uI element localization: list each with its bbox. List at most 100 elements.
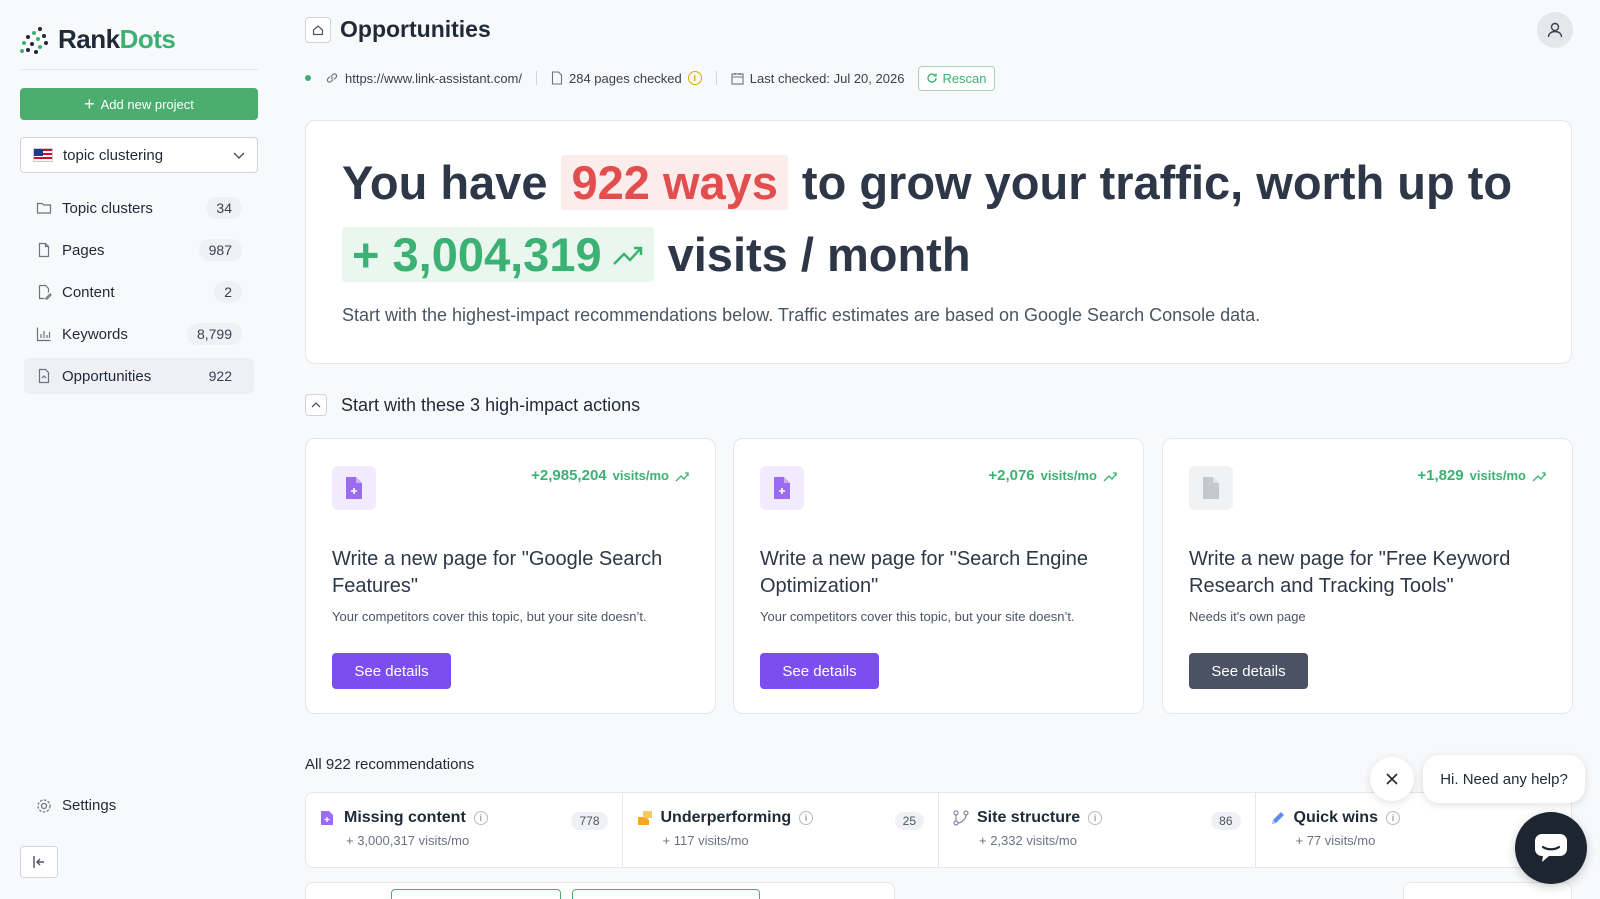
sidebar-item-opportunities[interactable]: Opportunities 922 [24,358,254,394]
project-select[interactable]: topic clustering [20,137,258,173]
sidebar-item-pages[interactable]: Pages 987 [24,232,254,268]
calendar-icon [731,72,744,85]
rescan-button[interactable]: Rescan [918,65,995,91]
bar-chart-icon [36,326,52,342]
category-visits-value: + 2,332 [979,833,1023,848]
impact-unit: visits/mo [1040,468,1097,483]
category-label: Quick wins [1293,809,1378,826]
last-checked: Last checked: Jul 20, 2026 [731,70,905,86]
chat-launcher-button[interactable] [1515,812,1587,884]
sidebar-divider [20,69,258,70]
actions-section-header: Start with these 3 high-impact actions [305,394,640,416]
file-icon [36,242,52,258]
home-button[interactable] [305,17,331,43]
impact-value: +1,829 [1417,467,1464,484]
action-title: Write a new page for "Google Search Feat… [332,548,663,597]
filter-chip[interactable] [572,889,760,899]
logo[interactable]: RankDots [20,24,176,55]
warning-info-icon[interactable]: i [687,71,702,85]
recommendation-categories: Missing content i 778 + 3,000,317 visits… [305,792,1572,868]
missing-content-icon [320,810,336,826]
sidebar-item-label: Topic clusters [62,199,153,217]
new-page-icon [332,466,376,510]
last-checked-text: Last checked: Jul 20, 2026 [749,70,905,86]
info-icon[interactable]: i [473,811,488,825]
hero-headline-line2: + 3,004,319 visits / month [342,227,971,282]
info-icon[interactable]: i [1088,811,1103,825]
impact-value: +2,985,204 [531,467,607,484]
impact-estimate: +2,076 visits/mo [988,467,1117,484]
impact-estimate: +1,829 visits/mo [1417,467,1546,484]
sidebar-item-count: 987 [198,239,242,261]
trend-up-icon [1532,471,1546,481]
sidebar-item-label: Opportunities [62,367,152,385]
file-icon [551,71,563,85]
category-visits: + 2,332 visits/mo [979,833,1241,848]
site-url[interactable]: https://www.link-assistant.com/ [325,71,522,86]
chat-close-button[interactable] [1370,757,1414,801]
see-details-button[interactable]: See details [760,653,879,689]
impact-unit: visits/mo [612,468,669,483]
action-description: Needs it's own page [1189,609,1306,624]
gear-icon [37,798,51,813]
pencil-icon [1270,810,1286,826]
user-avatar-button[interactable] [1537,12,1573,48]
chat-greeting-bubble[interactable]: Hi. Need any help? [1423,755,1585,803]
category-site-structure[interactable]: Site structure i 86 + 2,332 visits/mo [939,793,1256,867]
category-count: 778 [571,812,608,830]
category-label: Missing content [344,809,466,826]
link-icon [326,73,338,83]
see-details-button[interactable]: See details [332,653,451,689]
home-icon [312,25,324,36]
category-visits-unit: visits/mo [1324,833,1376,848]
category-visits: + 117 visits/mo [663,833,925,848]
chevron-down-icon [233,152,245,160]
category-visits-value: + 3,000,317 [346,833,416,848]
action-card: +1,829 visits/mo Write a new page for "F… [1162,438,1573,714]
info-icon[interactable]: i [799,811,814,825]
sidebar: RankDots + Add new project topic cluster… [0,0,278,899]
category-label: Underperforming [660,809,792,826]
divider [715,71,717,85]
sidebar-item-count: 922 [208,368,232,384]
hero-headline-line1: You have 922 ways to grow your traffic, … [342,155,1512,210]
logo-text: RankDots [58,24,176,54]
toolbar-right [1403,882,1572,899]
category-count: 25 [894,812,924,830]
sidebar-item-topic-clusters[interactable]: Topic clusters 34 [24,190,254,226]
sidebar-item-content[interactable]: Content 2 [24,274,254,310]
edit-file-icon [36,284,52,300]
chat-icon [1535,834,1567,862]
sidebar-item-count: 8,799 [186,323,242,345]
collapse-sidebar-button[interactable] [20,846,58,878]
add-new-project-label: Add new project [100,96,194,112]
impact-estimate: +2,985,204 visits/mo [531,467,689,484]
sidebar-item-label: Pages [62,241,105,259]
collapse-section-button[interactable] [305,394,327,416]
see-details-button[interactable]: See details [1189,653,1308,689]
category-visits-unit: visits/mo [418,833,470,848]
logo-dots-icon [20,25,50,55]
new-page-icon [760,466,804,510]
info-icon[interactable]: i [1385,811,1400,825]
hero-summary-card: You have 922 ways to grow your traffic, … [305,120,1572,364]
site-meta-row: https://www.link-assistant.com/ 284 page… [305,65,995,91]
category-underperforming[interactable]: Underperforming i 25 + 117 visits/mo [623,793,939,867]
divider [536,71,537,85]
status-dot [305,75,311,81]
pages-checked: 284 pages checked i [551,71,702,86]
plus-icon: + [84,94,95,114]
add-new-project-button[interactable]: + Add new project [20,88,258,120]
settings-label: Settings [62,797,117,814]
action-description: Your competitors cover this topic, but y… [760,609,1075,624]
sidebar-item-keywords[interactable]: Keywords 8,799 [24,316,254,352]
underperforming-icon [637,810,653,826]
trend-up-icon [612,246,642,265]
page-icon [1189,466,1233,510]
sidebar-item-settings[interactable]: Settings [36,797,116,814]
category-missing-content[interactable]: Missing content i 778 + 3,000,317 visits… [306,793,623,867]
opportunity-file-icon [36,368,52,384]
visits-suffix: visits / month [667,228,971,281]
filter-chip[interactable] [391,889,561,899]
hero-subtitle: Start with the highest-impact recommenda… [342,305,1261,325]
